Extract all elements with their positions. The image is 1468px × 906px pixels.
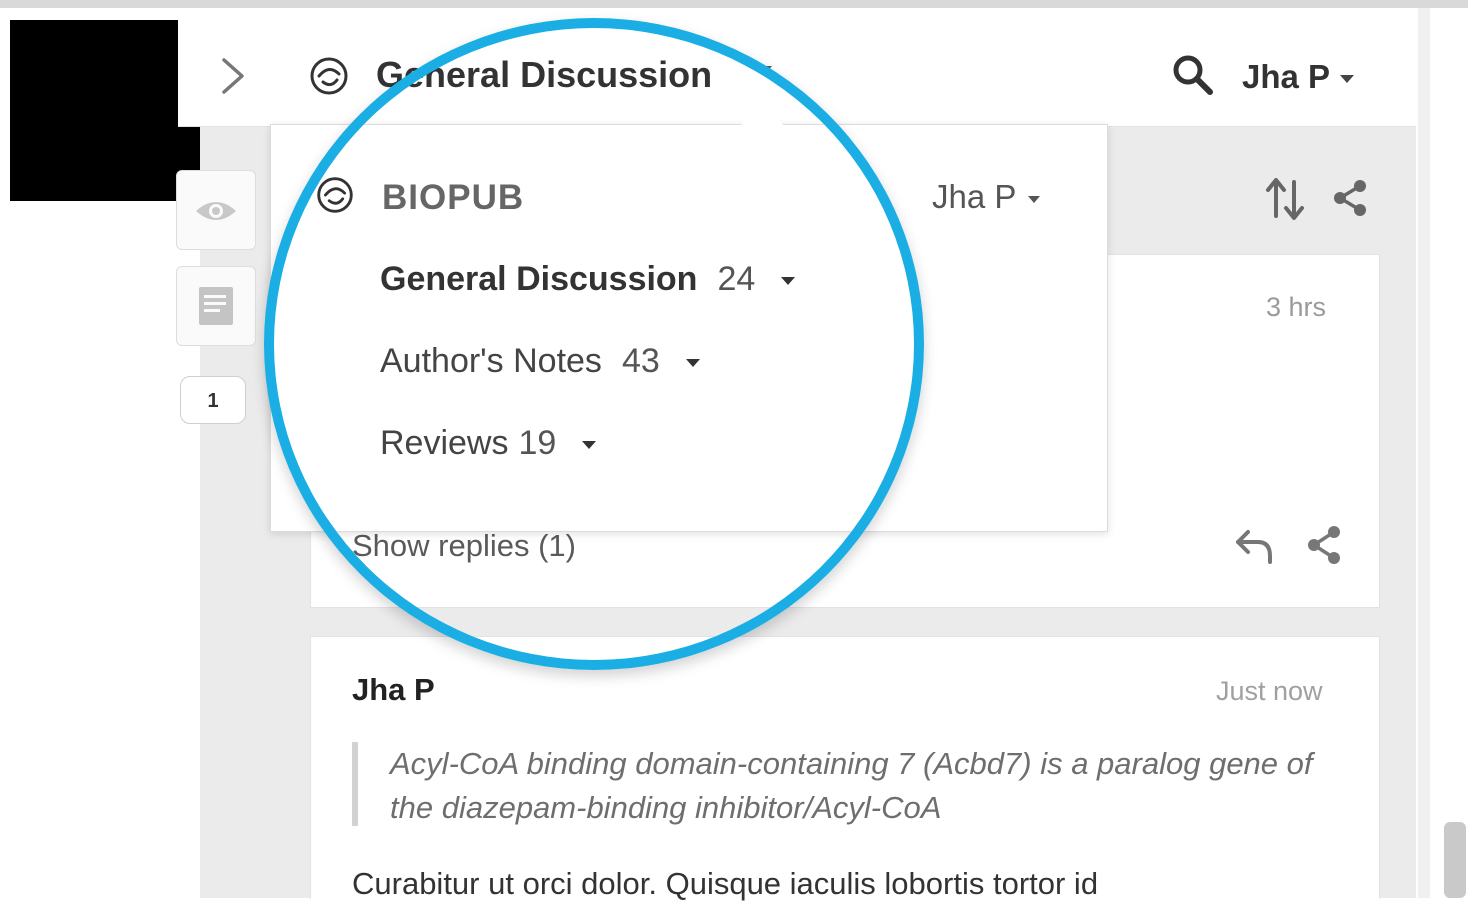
dropdown-item-reviews[interactable]: Reviews 19 xyxy=(380,424,597,463)
annotation-count-tab[interactable]: 1 xyxy=(180,376,246,424)
sort-icon[interactable] xyxy=(1262,172,1310,224)
dropdown-item-count: 19 xyxy=(518,424,557,462)
dropdown-arrow xyxy=(740,104,784,126)
show-replies-link[interactable]: Show replies (1) xyxy=(352,528,576,564)
dropdown-item-label: Reviews xyxy=(380,424,509,462)
reply-icon[interactable] xyxy=(1230,522,1278,570)
scroll-gutter xyxy=(1418,8,1430,898)
dropdown-item-count: 43 xyxy=(621,342,660,380)
annotation-timestamp[interactable]: Just now xyxy=(1216,676,1323,707)
top-bar xyxy=(178,20,1416,127)
annotation-timestamp[interactable]: 3 hrs xyxy=(1266,292,1326,323)
hypothesis-logo-icon xyxy=(312,172,358,218)
dropdown-item-label: Author's Notes xyxy=(380,342,602,380)
dropdown-item-general-discussion[interactable]: General Discussion 24 xyxy=(380,260,796,299)
hypothesis-logo-icon xyxy=(305,52,353,100)
group-selector-title[interactable]: General Discussion xyxy=(376,50,712,100)
share-icon[interactable] xyxy=(1300,520,1348,570)
annotation-author[interactable]: Jha P xyxy=(352,672,435,708)
dropdown-item-count: 24 xyxy=(717,260,756,298)
chevron-right-icon[interactable] xyxy=(212,54,254,98)
user-menu[interactable]: Jha P xyxy=(1242,54,1355,100)
window-top-strip xyxy=(0,0,1468,8)
dropdown-item-authors-notes[interactable]: Author's Notes 43 xyxy=(380,342,700,381)
dropdown-group-name: BIOPUB xyxy=(382,178,525,217)
eye-icon xyxy=(196,202,236,220)
annotation-quote: Acyl-CoA binding domain-containing 7 (Ac… xyxy=(390,746,1313,825)
share-icon[interactable] xyxy=(1326,174,1374,222)
chevron-down-icon[interactable] xyxy=(781,277,796,286)
dropdown-item-label: General Discussion xyxy=(380,260,698,298)
chevron-down-icon[interactable] xyxy=(582,441,597,450)
dropdown-user-menu[interactable]: Jha P xyxy=(932,178,1041,216)
search-icon[interactable] xyxy=(1168,50,1218,100)
annotation-body: Curabitur ut orci dolor. Quisque iaculis… xyxy=(352,866,1099,901)
user-menu-label: Jha P xyxy=(1242,58,1331,95)
scrollbar-thumb[interactable] xyxy=(1444,822,1466,898)
notes-icon xyxy=(199,287,233,325)
dropdown-user-label: Jha P xyxy=(932,178,1017,215)
chevron-down-icon[interactable] xyxy=(685,359,700,368)
toggle-highlights-button[interactable] xyxy=(176,170,256,250)
chevron-down-icon[interactable] xyxy=(756,66,772,75)
chevron-down-icon xyxy=(1028,195,1041,203)
chevron-down-icon xyxy=(1340,75,1355,84)
toggle-sidebar-button[interactable] xyxy=(176,266,256,346)
annotation-count: 1 xyxy=(207,390,219,412)
quote-bar xyxy=(352,742,358,826)
